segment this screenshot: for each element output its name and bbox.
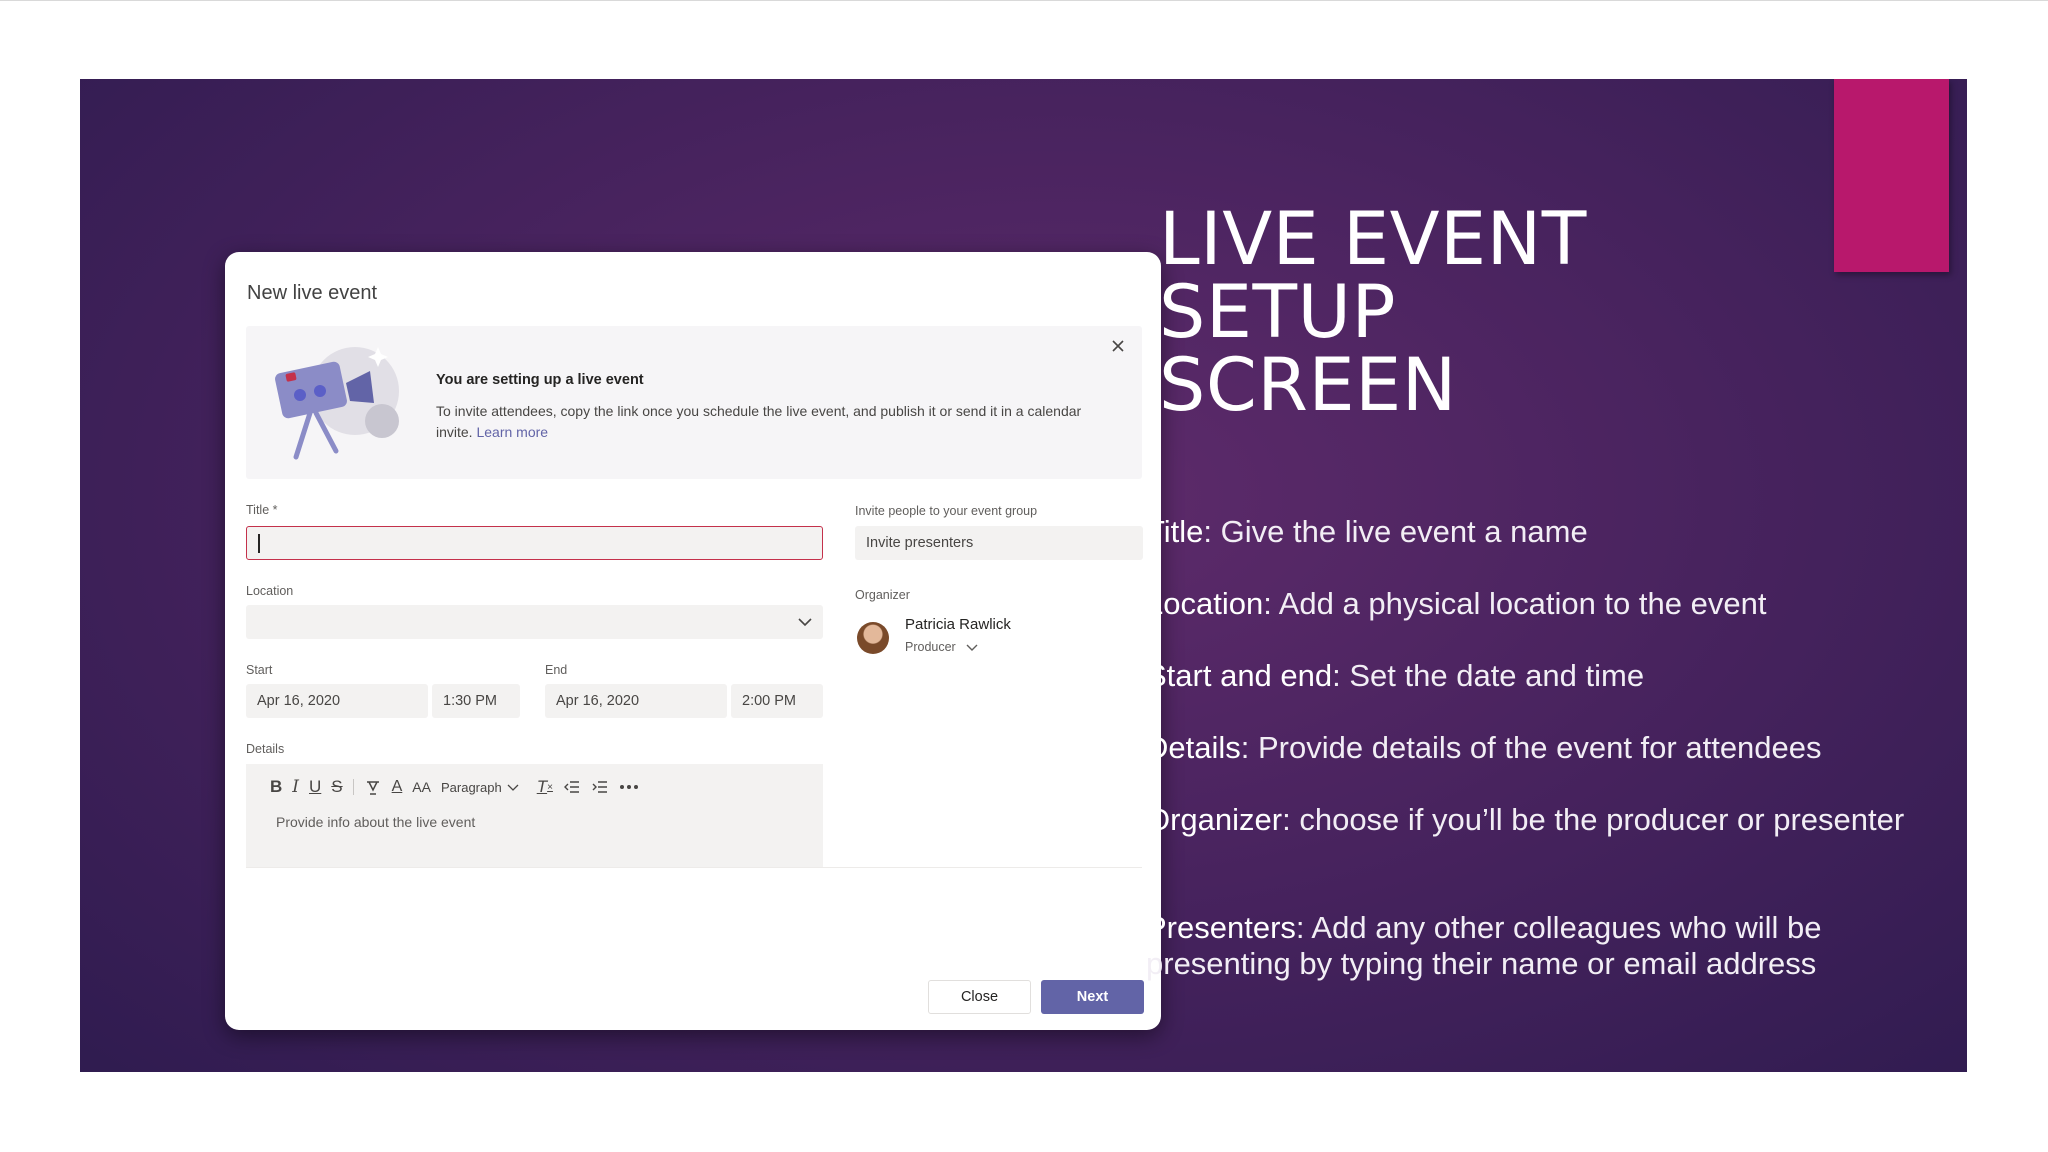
organizer-role: Producer [905,640,956,654]
slide-heading: LIVE EVENT SETUP SCREEN [1159,203,1587,422]
avatar [857,622,889,654]
text-caret [258,534,260,553]
start-date-input[interactable]: Apr 16, 2020 [246,684,428,718]
banner-text: To invite attendees, copy the link once … [436,401,1086,443]
invite-presenters-input[interactable]: Invite presenters [855,526,1143,560]
bullet-text: : Add a physical location to the event [1263,586,1767,621]
clear-formatting-label: T [536,777,548,796]
accent-bar [1834,79,1949,272]
outdent-button[interactable] [563,774,581,800]
title-label: Title * [246,503,278,517]
bullet-start-end: Start and end: Set the date and time [1146,658,1906,694]
bullet-text: : Give the live event a name [1203,514,1588,549]
slide-heading-line: SCREEN [1159,343,1457,428]
font-size-button[interactable]: AA [412,774,431,800]
organizer-name: Patricia Rawlick [905,616,1011,633]
bullet-key: Details [1146,730,1241,765]
bullet-location: Location: Add a physical location to the… [1146,586,1906,622]
strikethrough-button[interactable]: S [331,774,342,800]
more-icon [619,785,638,789]
form-divider [246,867,1142,868]
dialog-title: New live event [247,282,378,304]
details-placeholder: Provide info about the live event [276,814,476,830]
indent-button[interactable] [591,774,609,800]
organizer-role-dropdown[interactable]: Producer [905,640,978,654]
chevron-down-icon [507,784,519,791]
learn-more-link[interactable]: Learn more [476,424,548,440]
chevron-down-icon [966,644,978,651]
close-button[interactable]: Close [928,980,1031,1014]
clear-formatting-sub-icon: × [547,781,553,793]
close-icon [1112,340,1124,352]
formatting-toolbar: B I U S A AA Paragraph T × [270,774,649,800]
start-label: Start [246,663,273,677]
end-date-input[interactable]: Apr 16, 2020 [545,684,727,718]
new-live-event-dialog: New live event You are setting up a live [225,252,1161,1030]
underline-button[interactable]: U [309,774,321,800]
chevron-down-icon [798,618,812,627]
bullet-details: Details: Provide details of the event fo… [1146,730,1906,766]
bullet-key: Organizer [1146,802,1283,837]
bullet-text: : Set the date and time [1332,658,1645,693]
info-banner: You are setting up a live event To invit… [246,326,1142,479]
bullet-presenters: Presenters: Add any other colleagues who… [1146,910,1906,982]
paragraph-dropdown[interactable]: Paragraph [441,774,519,800]
next-button[interactable]: Next [1041,980,1144,1014]
bullet-key: Title [1146,514,1204,549]
details-label: Details [246,742,285,756]
presentation-slide: New live event You are setting up a live [80,79,1967,1072]
location-label: Location [246,584,294,598]
clear-formatting-button[interactable]: T × [537,774,553,800]
bullet-organizer: Organizer: choose if you’ll be the produ… [1146,802,1906,838]
start-time-input[interactable]: 1:30 PM [432,684,520,718]
banner-close-button[interactable] [1104,332,1132,360]
bullet-key: Presenters [1146,910,1296,945]
more-options-button[interactable] [619,774,639,800]
bullet-key: Start and end [1146,658,1333,693]
location-dropdown[interactable] [246,605,823,639]
end-label: End [545,663,568,677]
details-editor[interactable]: B I U S A AA Paragraph T × Provide info … [246,764,823,867]
bullet-text: : Provide details of the event for atten… [1240,730,1822,765]
organizer-label: Organizer [855,588,910,602]
banner-heading: You are setting up a live event [436,372,644,388]
highlight-button[interactable] [364,774,382,800]
italic-button[interactable]: I [292,774,299,800]
bullet-title: Title: Give the live event a name [1146,514,1906,550]
bold-button[interactable]: B [270,774,282,800]
slide-heading-line: SETUP [1159,270,1397,355]
title-input[interactable] [246,526,823,560]
video-camera-illustration [275,347,399,460]
indent-icon [592,781,607,793]
outdent-icon [563,781,579,793]
invite-label: Invite people to your event group [855,504,1038,518]
top-divider [0,0,2048,1]
paragraph-label: Paragraph [440,779,502,795]
highlight-icon [366,781,379,795]
toolbar-separator [352,779,354,795]
bullet-key: Location [1146,586,1264,621]
font-color-button[interactable]: A [392,774,403,800]
bullet-text: : choose if you’ll be the producer or pr… [1282,802,1905,837]
slide-heading-line: LIVE EVENT [1159,197,1587,282]
end-time-input[interactable]: 2:00 PM [731,684,823,718]
